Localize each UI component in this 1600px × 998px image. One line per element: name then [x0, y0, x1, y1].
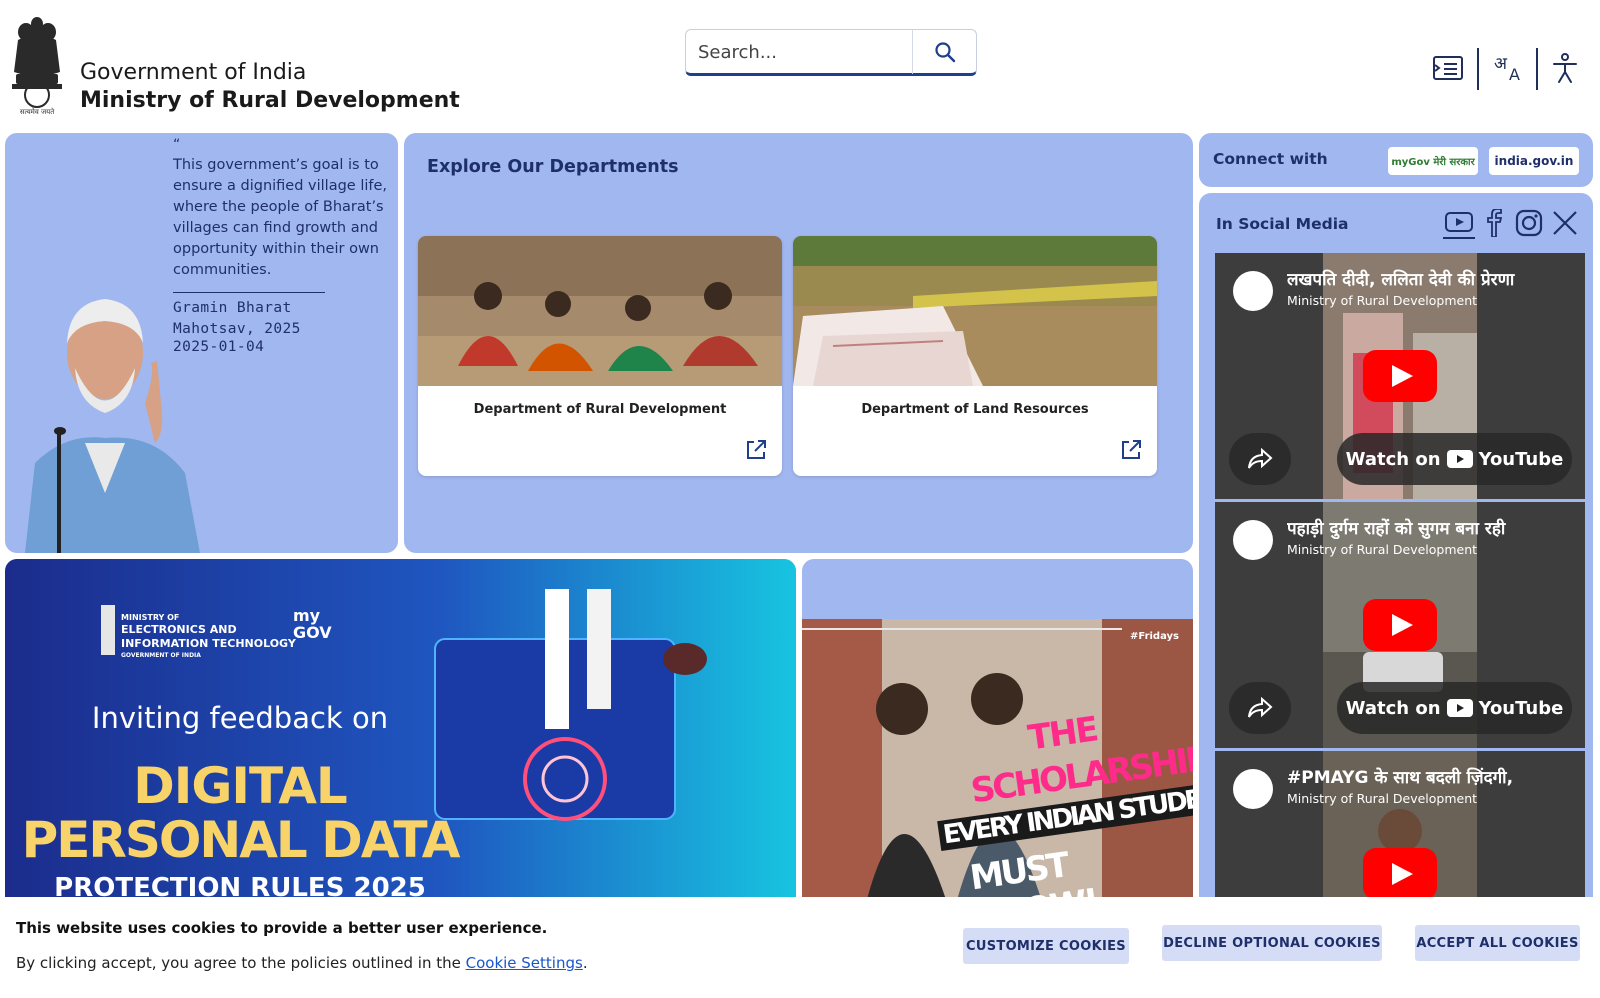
search-box	[685, 29, 977, 76]
video-title: #PMAYG के साथ बदली ज़िंदगी,	[1287, 768, 1514, 788]
search-icon	[935, 42, 956, 63]
connect-with-card: Connect with myGov मेरी सरकार india.gov.…	[1199, 133, 1593, 187]
watch-on-label: Watch on	[1345, 448, 1441, 470]
watch-on-youtube-button[interactable]: Watch on YouTube	[1337, 682, 1572, 734]
channel-avatar	[1233, 769, 1273, 809]
banner-inviting-text: Inviting feedback on	[91, 701, 389, 735]
external-link-icon[interactable]	[744, 438, 768, 462]
prime-minister-portrait	[25, 299, 200, 553]
cookie-consent-bar: This website uses cookies to provide a b…	[0, 897, 1600, 998]
accessibility-button[interactable]	[1545, 48, 1585, 88]
share-button[interactable]	[1229, 682, 1291, 734]
play-button-icon[interactable]	[1363, 350, 1437, 402]
video-channel: Ministry of Rural Development	[1287, 293, 1478, 308]
decline-optional-cookies-button[interactable]: DECLINE OPTIONAL COOKIES	[1162, 925, 1382, 961]
watch-on-label: Watch on	[1345, 697, 1441, 719]
header-divider	[1477, 48, 1479, 90]
play-button-icon[interactable]	[1363, 599, 1437, 651]
site-header: सत्यमेव जयते Government of India Ministr…	[0, 0, 1600, 128]
national-emblem-logo[interactable]: सत्यमेव जयते	[6, 10, 68, 120]
banner-headline-1: DIGITAL	[133, 757, 348, 815]
x-tab[interactable]	[1549, 207, 1581, 239]
search-button[interactable]	[914, 30, 976, 74]
customize-cookies-button[interactable]: CUSTOMIZE COOKIES	[963, 928, 1129, 964]
language-glyph-latin: A	[1509, 65, 1520, 84]
dept-land-resources-tile[interactable]: Department of Land Resources	[793, 236, 1157, 476]
x-icon	[1553, 211, 1577, 235]
cookie-text: By clicking accept, you agree to the pol…	[16, 954, 588, 972]
meity-line-4: GOVERNMENT OF INDIA	[121, 652, 201, 659]
youtube-icon	[1445, 212, 1473, 232]
meity-line-1: MINISTRY OF	[121, 613, 180, 622]
meity-logo-text: MINISTRY OF ELECTRONICS AND INFORMATION …	[121, 613, 296, 661]
emblem-motto: सत्यमेव जयते	[19, 108, 55, 116]
pm-quote-card: “ This government’s goal is to ensure a …	[5, 133, 398, 553]
cookie-title: This website uses cookies to provide a b…	[16, 919, 548, 937]
youtube-logo-icon	[1446, 699, 1473, 717]
banner-headline-2: PERSONAL DATA	[21, 811, 461, 869]
scholarship-card[interactable]: #Fridays THE SCHOLARSHIP EVERY INDIAN ST…	[802, 559, 1193, 919]
fridays-tag: #Fridays	[1130, 631, 1179, 642]
sitemap-button[interactable]	[1428, 48, 1468, 88]
header-divider	[1536, 48, 1538, 90]
dept-land-resources-label: Department of Land Resources	[861, 402, 1089, 417]
dept-rural-development-tile[interactable]: Department of Rural Development	[418, 236, 782, 476]
watch-on-youtube-button[interactable]: Watch on YouTube	[1337, 433, 1572, 485]
youtube-label: YouTube	[1478, 448, 1564, 470]
ministry-title: Ministry of Rural Development	[80, 88, 460, 113]
facebook-tab[interactable]	[1479, 207, 1511, 239]
language-icon: अ A	[1492, 51, 1526, 85]
search-divider	[912, 30, 913, 74]
social-media-label: In Social Media	[1216, 215, 1349, 233]
accept-all-cookies-button[interactable]: ACCEPT ALL COOKIES	[1415, 925, 1580, 961]
connect-with-label: Connect with	[1213, 150, 1328, 168]
search-input[interactable]	[698, 38, 908, 66]
youtube-label: YouTube	[1478, 697, 1564, 719]
instagram-icon	[1515, 209, 1543, 237]
meity-line-3: INFORMATION TECHNOLOGY	[121, 637, 296, 650]
youtube-video-2[interactable]: पहाड़ी दुर्गम राहों को सुगम बना रही Mini…	[1215, 502, 1585, 748]
accessibility-icon	[1553, 53, 1577, 83]
departments-heading: Explore Our Departments	[427, 157, 679, 177]
instagram-tab[interactable]	[1513, 207, 1545, 239]
quote-text: This government’s goal is to ensure a di…	[173, 157, 388, 278]
language-button[interactable]: अ A	[1489, 48, 1529, 88]
cookie-text-end: .	[582, 954, 588, 972]
share-icon	[1248, 697, 1273, 718]
youtube-logo-icon	[1446, 450, 1473, 468]
youtube-tab[interactable]	[1443, 207, 1475, 239]
video-title: लखपति दीदी, ललिता देवी की प्रेरणा	[1287, 270, 1515, 290]
language-glyph-hindi: अ	[1494, 54, 1507, 74]
social-media-card: In Social Media लखपति दीदी, ललिता देवी क…	[1199, 193, 1593, 913]
youtube-video-1[interactable]: लखपति दीदी, ललिता देवी की प्रेरणा Minist…	[1215, 253, 1585, 499]
video-channel: Ministry of Rural Development	[1287, 791, 1478, 806]
channel-avatar	[1233, 271, 1273, 311]
mygov-banner-logo: my GOV	[293, 606, 332, 642]
facebook-icon	[1487, 209, 1503, 237]
cookie-text-body: By clicking accept, you agree to the pol…	[16, 954, 466, 972]
mygov-logo-link[interactable]: myGov मेरी सरकार	[1388, 147, 1478, 175]
video-title: पहाड़ी दुर्गम राहों को सुगम बना रही	[1287, 519, 1506, 539]
cookie-settings-link[interactable]: Cookie Settings	[466, 954, 583, 972]
departments-card: Explore Our Departments Department of Ru…	[404, 133, 1193, 553]
play-button-icon[interactable]	[1363, 848, 1437, 900]
share-icon	[1248, 448, 1273, 469]
dept-rural-development-label: Department of Rural Development	[473, 402, 727, 417]
quote-mark: “	[173, 137, 181, 153]
channel-avatar	[1233, 520, 1273, 560]
share-button[interactable]	[1229, 433, 1291, 485]
government-title: Government of India	[80, 60, 307, 85]
rural-development-image	[418, 236, 782, 386]
dpdp-feedback-banner[interactable]: MINISTRY OF ELECTRONICS AND INFORMATION …	[5, 559, 796, 919]
india-gov-logo-link[interactable]: india.gov.in	[1489, 147, 1579, 175]
land-resources-image	[793, 236, 1157, 386]
sitemap-icon	[1433, 56, 1463, 80]
video-channel: Ministry of Rural Development	[1287, 542, 1478, 557]
meity-line-2: ELECTRONICS AND	[121, 623, 237, 636]
youtube-video-3[interactable]: #PMAYG के साथ बदली ज़िंदगी, Ministry of …	[1215, 751, 1585, 913]
external-link-icon[interactable]	[1119, 438, 1143, 462]
